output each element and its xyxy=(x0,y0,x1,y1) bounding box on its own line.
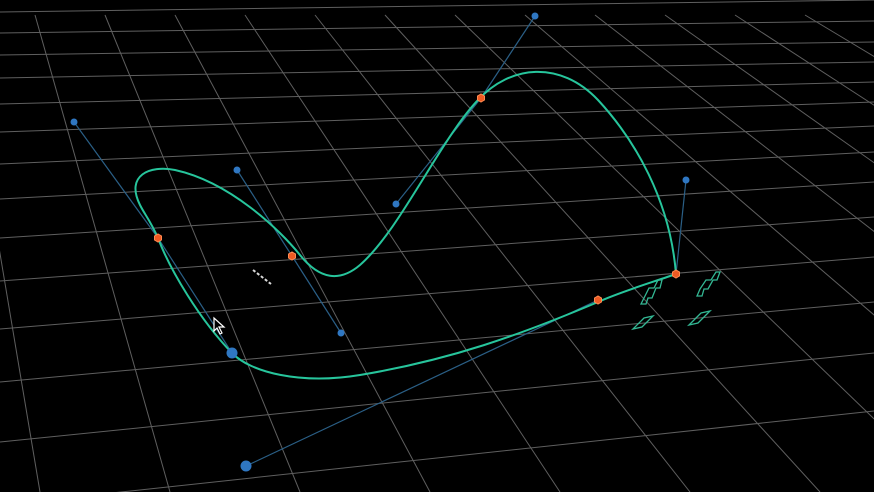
viewport-canvas[interactable] xyxy=(0,0,874,492)
tangent-line xyxy=(480,15,536,99)
tangent-handle[interactable] xyxy=(531,12,539,20)
tangent-handle[interactable] xyxy=(392,200,400,208)
grid-line xyxy=(804,14,874,57)
grid-line xyxy=(0,216,874,282)
grid-line xyxy=(0,301,874,383)
grid-line xyxy=(0,352,874,443)
tangent-handle[interactable] xyxy=(682,176,690,184)
ground-grid xyxy=(0,0,874,492)
tangent-handle[interactable] xyxy=(70,118,78,126)
spline-control-points[interactable] xyxy=(154,93,680,305)
tangent-line xyxy=(245,299,599,467)
grid-line xyxy=(0,20,874,34)
tangent-handle[interactable] xyxy=(337,329,345,337)
spline-control-point[interactable] xyxy=(154,233,162,243)
dash-marker-icon xyxy=(252,269,272,285)
tangent-handle[interactable] xyxy=(240,460,252,472)
tangent-line xyxy=(291,255,342,334)
tangent-line xyxy=(73,121,159,239)
grid-line xyxy=(34,14,171,492)
grid-line xyxy=(734,14,874,106)
spline-control-point[interactable] xyxy=(288,251,296,261)
tangent-line xyxy=(157,237,233,354)
grid-line xyxy=(0,250,41,492)
tangent-line xyxy=(395,97,482,205)
mouse-pointer-icon xyxy=(213,316,226,335)
grid-line xyxy=(594,14,874,233)
grid-line xyxy=(454,14,874,420)
gizmo-left-arrow[interactable] xyxy=(639,279,663,305)
grid-line xyxy=(104,14,301,492)
spline-control-point[interactable] xyxy=(594,295,602,305)
grid-line xyxy=(0,0,874,13)
gizmo-right-arrow[interactable] xyxy=(696,271,721,297)
grid-line xyxy=(0,181,874,239)
spline-control-point[interactable] xyxy=(672,269,680,279)
grid-line xyxy=(0,81,874,105)
spline-control-point[interactable] xyxy=(477,93,485,103)
grid-line xyxy=(0,101,874,133)
tangent-handle[interactable] xyxy=(233,166,241,174)
tangent-handle[interactable] xyxy=(226,347,238,359)
grid-line xyxy=(0,41,874,56)
grid-line xyxy=(116,410,874,492)
grid-line xyxy=(0,151,874,200)
grid-line xyxy=(384,14,821,492)
3d-viewport[interactable] xyxy=(0,0,874,492)
